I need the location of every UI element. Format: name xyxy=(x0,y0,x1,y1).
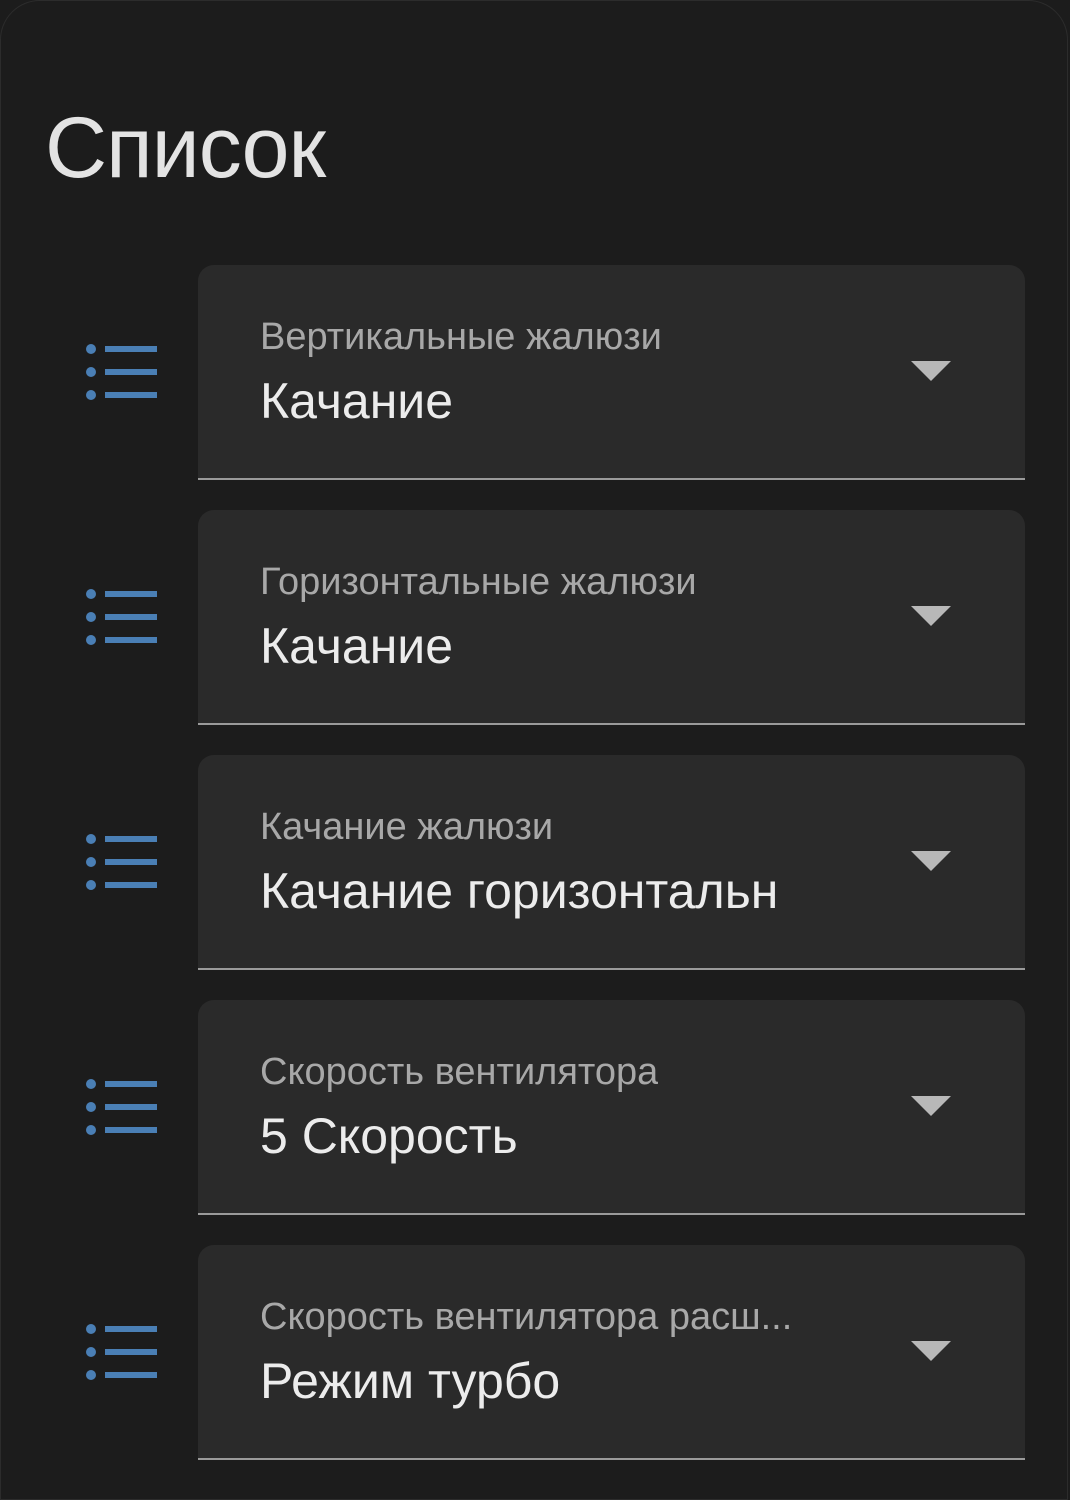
list-icon xyxy=(86,344,157,400)
select-fan-speed-extended[interactable]: Скорость вентилятора расш... Режим турбо xyxy=(198,1245,1025,1460)
card-title: Список xyxy=(45,100,326,196)
menu-down-icon[interactable] xyxy=(911,1341,951,1363)
menu-down-icon[interactable] xyxy=(911,1096,951,1118)
select-label: Скорость вентилятора xyxy=(260,1051,659,1093)
list-icon xyxy=(86,1324,157,1380)
menu-down-icon[interactable] xyxy=(911,606,951,628)
list-icon xyxy=(86,1079,157,1135)
select-horizontal-louvers[interactable]: Горизонтальные жалюзи Качание xyxy=(198,510,1025,725)
select-value: Качание xyxy=(260,618,454,674)
select-fan-speed[interactable]: Скорость вентилятора 5 Скорость xyxy=(198,1000,1025,1215)
select-louver-swing[interactable]: Качание жалюзи Качание горизонтальн xyxy=(198,755,1025,970)
select-row-horizontal-louvers: Горизонтальные жалюзи Качание xyxy=(1,510,1069,725)
select-label: Вертикальные жалюзи xyxy=(260,316,662,358)
select-row-vertical-louvers: Вертикальные жалюзи Качание xyxy=(1,265,1069,480)
select-vertical-louvers[interactable]: Вертикальные жалюзи Качание xyxy=(198,265,1025,480)
select-label: Качание жалюзи xyxy=(260,806,554,848)
select-value: Режим турбо xyxy=(260,1353,561,1409)
select-label: Скорость вентилятора расш... xyxy=(260,1296,793,1338)
select-value: Качание xyxy=(260,373,454,429)
select-row-fan-speed: Скорость вентилятора 5 Скорость xyxy=(1,1000,1069,1215)
select-row-louver-swing: Качание жалюзи Качание горизонтальн xyxy=(1,755,1069,970)
list-icon xyxy=(86,589,157,645)
menu-down-icon[interactable] xyxy=(911,361,951,383)
select-row-fan-speed-extended: Скорость вентилятора расш... Режим турбо xyxy=(1,1245,1069,1460)
list-icon xyxy=(86,834,157,890)
menu-down-icon[interactable] xyxy=(911,851,951,873)
select-label: Горизонтальные жалюзи xyxy=(260,561,697,603)
entities-card: Список Вертикальные жалюзи Качание Гориз… xyxy=(0,0,1068,1500)
select-value: 5 Скорость xyxy=(260,1108,518,1164)
select-value: Качание горизонтальн xyxy=(260,863,779,919)
